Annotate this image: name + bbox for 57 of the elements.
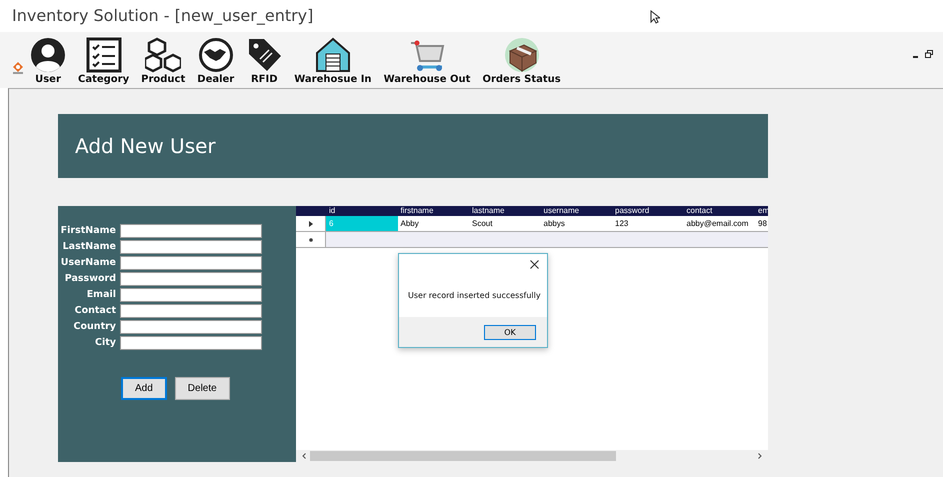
warehouse-icon [314,37,351,73]
parcel-icon [504,37,540,73]
input-field[interactable] [120,304,262,318]
table-cell-text: Scout [471,218,494,230]
toolbar-button[interactable]: Orders Status [480,37,563,85]
input-field[interactable] [120,320,262,334]
app-logo-icon [12,61,24,75]
table-cell-text: 98 [757,218,768,230]
table-cell-text: abby@email.com [686,218,750,230]
input-field[interactable] [120,288,262,302]
input-field[interactable] [120,336,262,350]
form-button[interactable]: Add [121,377,167,400]
ok-button[interactable]: OK [484,324,536,340]
column-header[interactable]: contact [684,206,755,216]
toolbar-button[interactable]: RFID [244,37,284,85]
scrollbar-thumb[interactable] [310,451,616,461]
boxes-icon [145,37,182,73]
close-icon[interactable] [530,260,539,269]
input-field[interactable] [120,224,262,238]
field-label: Contact [74,304,116,318]
scroll-right-icon[interactable] [758,453,762,459]
table-cell-text: 123 [614,218,630,230]
table-cell: 6 [326,216,398,231]
mouse-cursor-icon [650,10,660,24]
field-label: Password [64,272,116,286]
user-icon [30,37,66,73]
toolbar-button[interactable]: User [28,37,68,85]
scroll-left-icon[interactable] [302,453,306,459]
window-title: Inventory Solution - [new_user_entry] [12,6,314,25]
toolbar-button[interactable]: Product [139,37,188,85]
table-cell-text: abbys [542,218,566,230]
input-field[interactable] [120,256,262,270]
column-header[interactable]: id [326,206,398,216]
checklist-icon [86,37,122,73]
new-row-icon [308,238,312,242]
column-header[interactable]: password [612,206,684,216]
column-header[interactable]: lastname [469,206,540,216]
form-button[interactable]: Delete [174,377,230,400]
table-cell-text: Abby [400,218,420,230]
field-label: City [94,336,116,350]
column-header[interactable]: username [540,206,612,216]
input-field[interactable] [120,240,262,254]
restore-icon[interactable] [925,50,933,58]
toolbar-button[interactable]: Warehouse Out [382,37,472,85]
field-label: Country [72,320,116,334]
input-field[interactable] [120,272,262,286]
field-label: LastName [62,240,116,254]
column-header[interactable]: firstname [398,206,469,216]
page-title: Add New User [75,134,216,158]
toolbar-button[interactable]: Warehosue In [292,37,374,85]
tag-icon [246,37,282,73]
toolbar-button[interactable]: Dealer [195,37,236,85]
field-label: UserName [60,256,116,270]
dialog-message: User record inserted successfully [408,291,541,300]
toolbar-button[interactable]: Category [76,37,132,85]
field-label: Email [86,288,116,302]
field-label: FirstName [60,224,116,238]
